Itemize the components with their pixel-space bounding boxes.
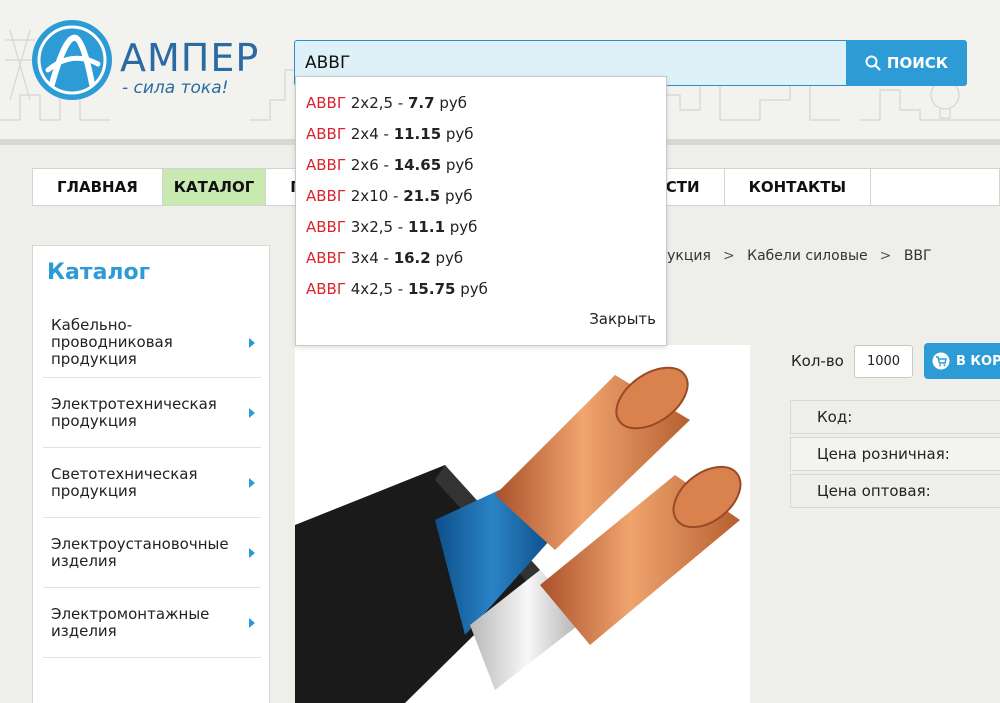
retail-price-row: Цена розничная: [790, 437, 1000, 471]
chevron-right-icon [249, 337, 255, 348]
suggestion-item[interactable]: АВВГ 4х2,5 - 15.75 руб [306, 278, 488, 300]
add-to-cart-button[interactable]: В КОРЗИНУ [924, 343, 1000, 379]
cart-icon [932, 352, 950, 370]
suggestion-item[interactable]: АВВГ 3х4 - 16.2 руб [306, 247, 463, 269]
search-button-label: ПОИСК [886, 54, 949, 72]
sidebar-title: Каталог [47, 260, 151, 285]
breadcrumb-item[interactable]: Кабели силовые [747, 248, 868, 264]
suggestion-item[interactable]: АВВГ 2х2,5 - 7.7 руб [306, 92, 467, 114]
product-code-row: Код: [790, 400, 1000, 434]
sidebar-item-label: Электромонтажные изделия [51, 604, 210, 640]
sidebar-item-label: Кабельно-проводниковая продукция [51, 316, 173, 368]
sidebar-item-mounting[interactable]: Электромонтажные изделия [43, 588, 261, 658]
catalog-sidebar: Каталог Кабельно-проводниковая продукция… [32, 245, 270, 703]
add-to-cart-label: В КОРЗИНУ [956, 353, 1000, 369]
close-suggestions-link[interactable]: Закрыть [589, 310, 656, 328]
wholesale-price-row: Цена оптовая: [790, 474, 1000, 508]
qty-label: Кол-во [791, 352, 844, 370]
sidebar-item-wiring-devices[interactable]: Электроустановочные изделия [43, 518, 261, 588]
sidebar-item-electrotech[interactable]: Электротехническая продукция [43, 378, 261, 448]
suggestion-item[interactable]: АВВГ 3х2,5 - 11.1 руб [306, 216, 477, 238]
chevron-right-icon [249, 547, 255, 558]
logo-title[interactable]: АМПЕР [120, 38, 259, 78]
nav-item-contacts[interactable]: КОНТАКТЫ [725, 169, 872, 205]
breadcrumb: родукция > Кабели силовые > ВВГ [640, 248, 932, 264]
nav-item-catalog[interactable]: КАТАЛОГ [162, 169, 267, 205]
logo-subtitle: - сила тока! [122, 78, 229, 98]
suggestion-item[interactable]: АВВГ 2х10 - 21.5 руб [306, 185, 473, 207]
sidebar-item-label: Электроустановочные изделия [51, 534, 229, 570]
sidebar-item-lighting[interactable]: Светотехническая продукция [43, 448, 261, 518]
suggestion-item[interactable]: АВВГ 2х6 - 14.65 руб [306, 154, 474, 176]
retail-price-label: Цена розничная: [817, 445, 950, 463]
search-icon [865, 55, 881, 71]
search-button[interactable]: ПОИСК [846, 40, 967, 86]
quantity-input[interactable] [854, 345, 913, 378]
chevron-right-icon [249, 477, 255, 488]
product-image [295, 345, 750, 703]
logo-icon[interactable] [32, 20, 112, 100]
breadcrumb-item-current: ВВГ [903, 248, 932, 264]
sidebar-item-cable[interactable]: Кабельно-проводниковая продукция [43, 308, 261, 378]
sidebar-item-label: Светотехническая продукция [51, 464, 198, 500]
search-suggestions-dropdown: АВВГ 2х2,5 - 7.7 руб АВВГ 2х4 - 11.15 ру… [295, 76, 667, 346]
nav-item-home[interactable]: ГЛАВНАЯ [33, 169, 163, 205]
chevron-right-icon [249, 407, 255, 418]
wholesale-price-label: Цена оптовая: [817, 482, 931, 500]
suggestion-item[interactable]: АВВГ 2х4 - 11.15 руб [306, 123, 474, 145]
product-code-label: Код: [817, 408, 853, 426]
sidebar-item-label: Электротехническая продукция [51, 394, 217, 430]
chevron-right-icon [249, 617, 255, 628]
